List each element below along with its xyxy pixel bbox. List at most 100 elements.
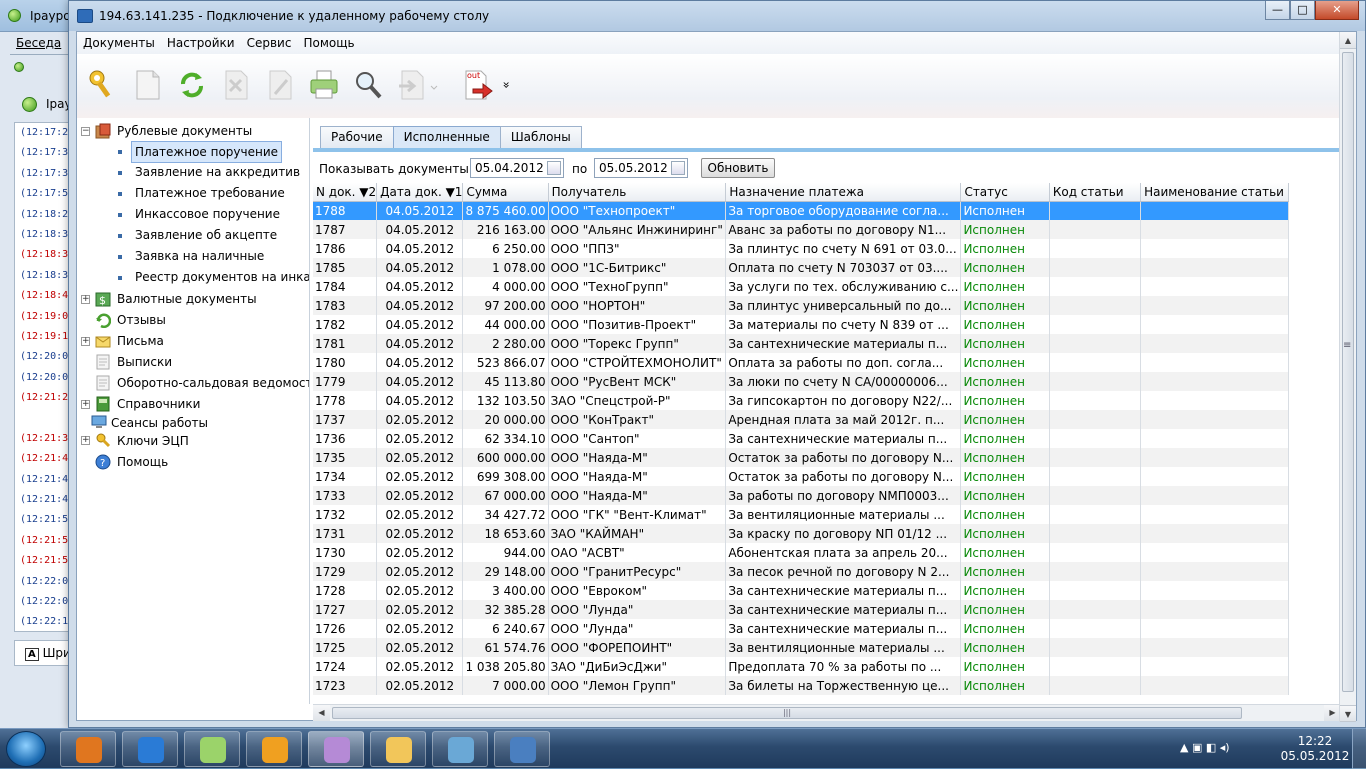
tree-item-turnover-sheet[interactable]: Оборотно-сальдовая ведомость	[117, 373, 309, 393]
table-row[interactable]: 1781 04.05.2012 2 280.00 ООО "Торекс Групп"…	[313, 334, 1341, 353]
column-header-amount[interactable]: Сумма	[462, 183, 549, 202]
tab-templates[interactable]: Шаблоны	[499, 126, 582, 148]
tree-item-signature-keys[interactable]: Ключи ЭЦП	[117, 431, 189, 451]
edit-icon[interactable]	[265, 68, 295, 102]
delete-icon[interactable]	[221, 68, 251, 102]
column-header-recipient[interactable]: Получатель	[548, 183, 727, 202]
show-desktop-button[interactable]	[1352, 729, 1366, 769]
tree-item-letters[interactable]: Письма	[117, 331, 164, 351]
expand-toggle[interactable]: +	[81, 400, 90, 409]
table-row[interactable]: 1729 02.05.2012 29 148.00 ООО "ГранитРесурс…	[313, 562, 1341, 581]
calendar-icon[interactable]	[671, 161, 685, 175]
refresh-icon[interactable]	[177, 68, 207, 102]
table-row[interactable]: 1727 02.05.2012 32 385.28 ООО "Лунда" За сан…	[313, 600, 1341, 619]
title-bar[interactable]: 194.63.141.235 - Подключение к удаленном…	[69, 1, 1365, 31]
taskbar-app-button[interactable]	[184, 731, 240, 767]
export-icon[interactable]	[397, 68, 441, 102]
clock[interactable]: 12:22 05.05.2012	[1280, 734, 1350, 764]
table-row[interactable]: 1735 02.05.2012 600 000.00 ООО "Наяда-М" Ост…	[313, 448, 1341, 467]
table-row[interactable]: 1784 04.05.2012 4 000.00 ООО "ТехноГрупп" За…	[313, 277, 1341, 296]
menu-documents[interactable]: Документы	[83, 36, 155, 50]
table-row[interactable]: 1737 02.05.2012 20 000.00 ООО "КонТракт" Аре…	[313, 410, 1341, 429]
scroll-up-icon[interactable]: ▲	[1340, 32, 1356, 49]
taskbar-app-button[interactable]	[60, 731, 116, 767]
column-header-status[interactable]: Статус	[960, 183, 1050, 202]
taskbar-app-button[interactable]	[432, 731, 488, 767]
tree-item-sessions[interactable]: Сеансы работы	[111, 413, 208, 433]
tab-working[interactable]: Рабочие	[320, 126, 394, 148]
taskbar-app-button[interactable]	[246, 731, 302, 767]
tree-item-letter-of-credit[interactable]: Заявление на аккредитив	[135, 162, 300, 182]
tree-item-payment-order[interactable]: Платежное поручение	[131, 141, 283, 163]
expand-toggle[interactable]: +	[81, 295, 90, 304]
remote-desktop-window[interactable]: 194.63.141.235 - Подключение к удаленном…	[68, 0, 1366, 728]
font-format-button[interactable]: A Шри	[14, 640, 72, 666]
table-row[interactable]: 1725 02.05.2012 61 574.76 ООО "ФОРЕПОИНТ" За…	[313, 638, 1341, 657]
horizontal-scroll-thumb[interactable]: |||	[332, 707, 1242, 719]
menu-help[interactable]: Помощь	[303, 36, 354, 50]
table-row[interactable]: 1731 02.05.2012 18 653.60 ЗАО "КАЙМАН" За кр…	[313, 524, 1341, 543]
tree-item-help[interactable]: Помощь	[117, 452, 168, 472]
expand-toggle[interactable]: +	[81, 337, 90, 346]
minimize-button[interactable]: —	[1265, 1, 1290, 20]
column-header-item-name[interactable]: Наименование статьи	[1140, 183, 1289, 202]
table-row[interactable]: 1736 02.05.2012 62 334.10 ООО "Сантоп" За са…	[313, 429, 1341, 448]
scroll-down-icon[interactable]: ▼	[1340, 705, 1356, 722]
taskbar-app-button[interactable]	[370, 731, 426, 767]
table-row[interactable]: 1723 02.05.2012 7 000.00 ООО "Лемон Групп" З…	[313, 676, 1341, 695]
tree-item-cash-request[interactable]: Заявка на наличные	[135, 246, 264, 266]
tree-item-currency-documents[interactable]: Валютные документы	[117, 289, 257, 309]
refresh-button[interactable]: Обновить	[701, 158, 775, 178]
table-row[interactable]: 1728 02.05.2012 3 400.00 ООО "Евроком" За са…	[313, 581, 1341, 600]
tree-item-payment-request[interactable]: Платежное требование	[135, 183, 285, 203]
table-row[interactable]: 1726 02.05.2012 6 240.67 ООО "Лунда" За сант…	[313, 619, 1341, 638]
tab-executed[interactable]: Исполненные	[392, 126, 501, 148]
navigation-tree[interactable]: − Рублевые документы Платежное поручение…	[77, 118, 310, 704]
table-row[interactable]: 1785 04.05.2012 1 078.00 ООО "1С-Битрикс" Оп…	[313, 258, 1341, 277]
taskbar-app-button[interactable]	[494, 731, 550, 767]
table-row[interactable]: 1780 04.05.2012 523 866.07 ООО "СТРОЙТЕХМОН…	[313, 353, 1341, 372]
keys-icon[interactable]	[87, 68, 117, 102]
maximize-button[interactable]: □	[1290, 1, 1315, 20]
table-row[interactable]: 1733 02.05.2012 67 000.00 ООО "Наяда-М" За р…	[313, 486, 1341, 505]
scroll-left-icon[interactable]: ◀	[313, 705, 330, 721]
taskbar-app-button[interactable]	[308, 731, 364, 767]
taskbar-app-button[interactable]	[122, 731, 178, 767]
vertical-scrollbar[interactable]: ▲ ≡ ▼	[1339, 32, 1356, 722]
close-button[interactable]: ✕	[1315, 1, 1359, 20]
table-row[interactable]: 1782 04.05.2012 44 000.00 ООО "Позитив-Прое…	[313, 315, 1341, 334]
system-tray[interactable]: ▲ ▣ ◧ ◂)	[1180, 741, 1230, 754]
table-row[interactable]: 1730 02.05.2012 944.00 ОАО "АСВТ" Абонентска…	[313, 543, 1341, 562]
vertical-scroll-thumb[interactable]	[1342, 52, 1354, 692]
column-header-doc-number[interactable]: N док. ▼2	[313, 183, 378, 202]
tree-item-recalls[interactable]: Отзывы	[117, 310, 166, 330]
toolbar-more-button[interactable]: »	[500, 81, 514, 88]
table-row[interactable]: 1788 04.05.2012 8 875 460.00 ООО "Технопрое…	[313, 201, 1341, 220]
search-icon[interactable]	[353, 68, 383, 102]
expand-toggle[interactable]: +	[81, 436, 90, 445]
date-to-field[interactable]: 05.05.2012	[594, 158, 688, 178]
menu-service[interactable]: Сервис	[247, 36, 292, 50]
start-button[interactable]	[6, 731, 46, 767]
table-row[interactable]: 1734 02.05.2012 699 308.00 ООО "Наяда-М" Ост…	[313, 467, 1341, 486]
chat-menu-conversation[interactable]: Беседа	[16, 36, 61, 50]
tree-item-ruble-documents[interactable]: Рублевые документы	[117, 121, 252, 141]
tree-item-statements[interactable]: Выписки	[117, 352, 172, 372]
table-row[interactable]: 1724 02.05.2012 1 038 205.80 ЗАО "ДиБиЭсДжи…	[313, 657, 1341, 676]
documents-table[interactable]: N док. ▼2 Дата док. ▼1 Сумма Получатель …	[313, 183, 1341, 704]
table-row[interactable]: 1778 04.05.2012 132 103.50 ЗАО "Спецстрой-Р…	[313, 391, 1341, 410]
column-header-purpose[interactable]: Назначение платежа	[725, 183, 962, 202]
tree-item-reference-books[interactable]: Справочники	[117, 394, 200, 414]
background-chat-window[interactable]: Ірауро Беседа Ірауро (12:17:25)(12:17:31…	[0, 0, 87, 728]
collapse-toggle[interactable]: −	[81, 127, 90, 136]
tree-item-collection-registry[interactable]: Реестр документов на инкассо	[135, 267, 309, 287]
tree-item-acceptance[interactable]: Заявление об акцепте	[135, 225, 277, 245]
horizontal-scrollbar[interactable]: ◀ ||| ▶	[313, 704, 1341, 721]
column-header-item-code[interactable]: Код статьи	[1049, 183, 1142, 202]
table-row[interactable]: 1787 04.05.2012 216 163.00 ООО "Альянс Инжи…	[313, 220, 1341, 239]
remote-session-area[interactable]: Документы Настройки Сервис Помощь out » …	[76, 31, 1357, 722]
tree-item-collection-order[interactable]: Инкассовое поручение	[135, 204, 280, 224]
date-from-field[interactable]: 05.04.2012	[470, 158, 564, 178]
calendar-icon[interactable]	[547, 161, 561, 175]
print-icon[interactable]	[309, 68, 339, 102]
